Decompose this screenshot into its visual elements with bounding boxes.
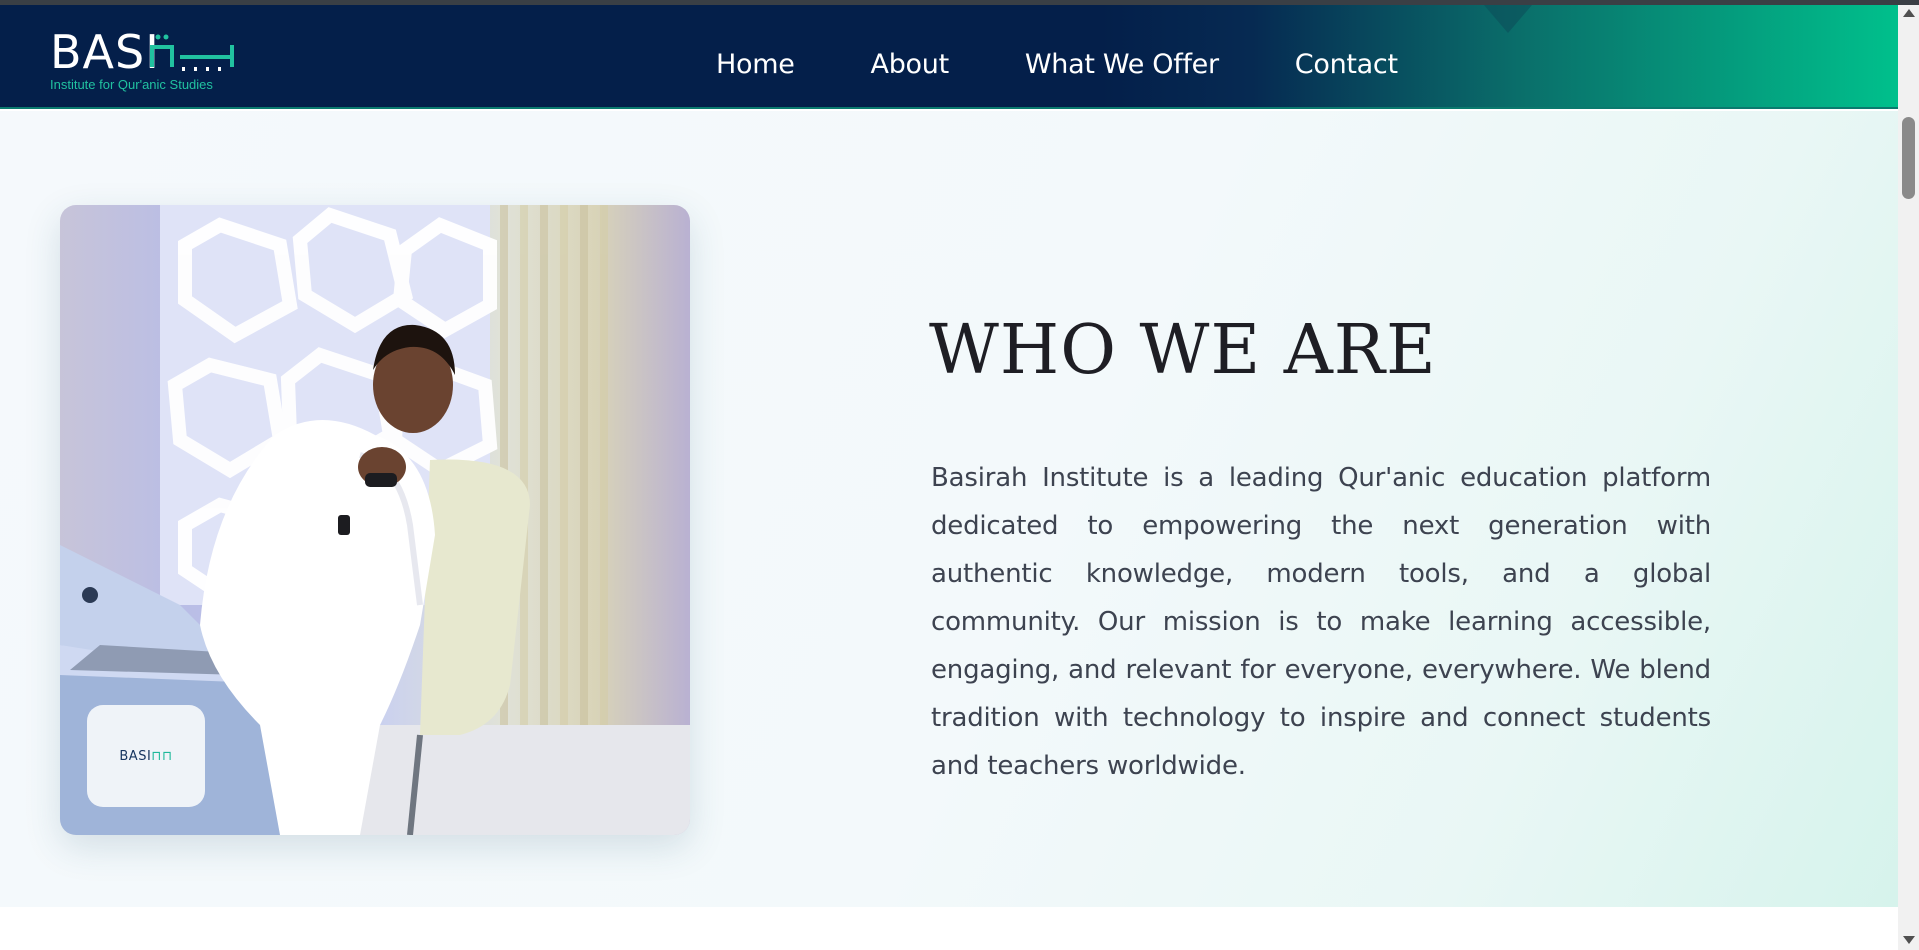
site-logo[interactable]: BASI Institute for Qur'anic Studies: [50, 25, 240, 92]
section-heading: WHO WE ARE: [929, 311, 1437, 390]
nav-about-link[interactable]: About: [871, 49, 950, 80]
badge-logo-text: BASI⊓⊓: [119, 748, 173, 764]
section-description: Basirah Institute is a leading Qur'anic …: [931, 463, 1711, 781]
logo-mark-icon: [150, 34, 234, 71]
nav-what-we-offer-link[interactable]: What We Offer: [1025, 49, 1219, 80]
scroll-down-arrow-icon[interactable]: [1903, 936, 1915, 944]
logo-text: BASI: [50, 25, 160, 79]
logo-tagline: Institute for Qur'anic Studies: [50, 77, 213, 92]
who-we-are-section: BASI⊓⊓ WHO WE ARE Basirah Institute is a…: [0, 111, 1898, 907]
page-scrollbar[interactable]: [1898, 5, 1919, 950]
photo-logo-badge: BASI⊓⊓: [87, 705, 205, 807]
scroll-thumb[interactable]: [1902, 117, 1915, 199]
founder-photo: BASI⊓⊓: [60, 205, 690, 835]
scroll-up-arrow-icon[interactable]: [1903, 9, 1915, 17]
header-notch: [1484, 5, 1532, 33]
site-header: BASI Institute for Qur'anic Studies Home…: [0, 5, 1898, 109]
nav-contact-link[interactable]: Contact: [1295, 49, 1398, 80]
nav-home-link[interactable]: Home: [716, 49, 795, 80]
main-nav: Home About What We Offer Contact: [716, 49, 1474, 80]
badge-logo-text-left: BASI: [119, 748, 152, 764]
